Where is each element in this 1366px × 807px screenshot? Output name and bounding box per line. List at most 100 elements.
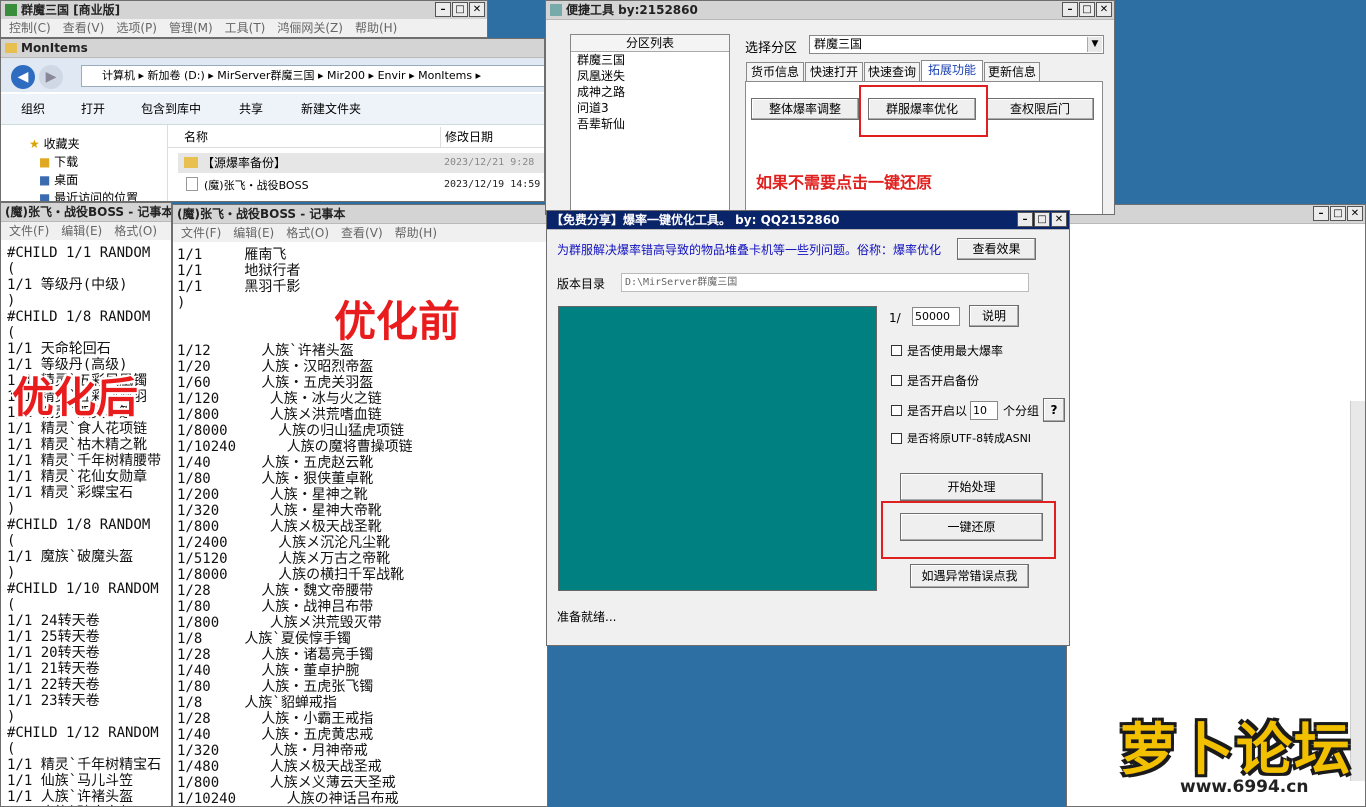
maximize-button[interactable]: □: [1034, 212, 1050, 227]
tab-quick-open[interactable]: 快速打开: [805, 62, 863, 81]
tab-currency[interactable]: 货币信息: [746, 62, 804, 81]
text-line: #CHILD 1/8 RANDOM: [7, 309, 151, 325]
tab-updates[interactable]: 更新信息: [984, 62, 1040, 81]
maximize-button[interactable]: □: [452, 2, 468, 17]
view-effect-button[interactable]: 查看效果: [957, 238, 1036, 260]
desktop-icon: ■: [39, 173, 51, 187]
menu-manage[interactable]: 管理(M): [169, 19, 213, 37]
text-line: 1/1 22转天卷: [7, 677, 100, 693]
main-app-titlebar[interactable]: 群魔三国 [商业版] – □ ✕: [1, 1, 487, 20]
column-date[interactable]: 修改日期: [440, 127, 493, 147]
text-line: 1/8000 人族の横扫千军战靴: [177, 567, 405, 583]
minimize-button[interactable]: –: [435, 2, 451, 17]
menu-options[interactable]: 选项(P): [116, 19, 157, 37]
help-button[interactable]: ?: [1043, 398, 1065, 422]
menu-control[interactable]: 控制(C): [9, 19, 51, 37]
share-button[interactable]: 共享: [239, 94, 263, 124]
download-folder-icon: ■: [39, 155, 51, 169]
notepad-right-menubar: 文件(F) 编辑(E) 格式(O) 查看(V) 帮助(H): [173, 224, 547, 242]
menu-file[interactable]: 文件(F): [9, 222, 49, 240]
text-line: 1/1 魔族`破魔头盔: [7, 549, 134, 565]
nav-downloads[interactable]: ■ 下载: [39, 153, 78, 170]
text-line: (: [7, 261, 16, 277]
text-line: 1/28 人族・诸葛亮手镯: [177, 647, 374, 663]
menu-help[interactable]: 帮助(H): [395, 224, 437, 242]
nav-favorites[interactable]: ★ 收藏夹: [29, 135, 80, 152]
partition-item[interactable]: 凤凰迷失: [571, 68, 729, 84]
include-library-button[interactable]: 包含到库中: [141, 94, 201, 124]
text-line: 1/1 精灵`千年树精腰带: [7, 453, 162, 469]
menu-file[interactable]: 文件(F): [181, 224, 221, 242]
partition-item[interactable]: 成神之路: [571, 84, 729, 100]
partition-item[interactable]: 吾辈斩仙: [571, 116, 729, 132]
close-button[interactable]: ✕: [1347, 206, 1363, 221]
maximize-button[interactable]: □: [1079, 2, 1095, 17]
minimize-button[interactable]: –: [1017, 212, 1033, 227]
tab-extensions[interactable]: 拓展功能: [921, 60, 983, 81]
menu-edit[interactable]: 编辑(E): [61, 222, 102, 240]
breadcrumb-mirserver[interactable]: MirServer群魔三国: [217, 69, 314, 82]
close-button[interactable]: ✕: [469, 2, 485, 17]
menu-edit[interactable]: 编辑(E): [233, 224, 274, 242]
menu-tools[interactable]: 工具(T): [225, 19, 266, 37]
menu-view[interactable]: 查看(V): [341, 224, 383, 242]
text-line: 1/8000 人族の归山猛虎项链: [177, 423, 405, 439]
maximize-button[interactable]: □: [1330, 206, 1346, 221]
organize-button[interactable]: 组织: [21, 94, 45, 124]
breadcrumb-monitems[interactable]: MonItems: [418, 69, 472, 82]
minimize-button[interactable]: –: [1313, 206, 1329, 221]
nav-recent[interactable]: ■ 最近访问的位置: [39, 189, 138, 201]
tab-quick-query[interactable]: 快速查询: [864, 62, 920, 81]
explorer-titlebar[interactable]: MonItems: [1, 39, 544, 58]
group-checkbox[interactable]: [891, 405, 902, 416]
file-row[interactable]: 【源爆率备份】 2023/12/21 9:28: [178, 153, 544, 173]
version-dir-field[interactable]: D:\MirServer群魔三国: [621, 273, 1029, 292]
error-report-button[interactable]: 如遇异常错误点我: [910, 564, 1029, 588]
file-row[interactable]: (魔)张飞・战役BOSS 2023/12/19 14:59: [178, 175, 544, 195]
address-bar[interactable]: 计算机 ▸ 新加卷 (D:) ▸ MirServer群魔三国 ▸ Mir200 …: [81, 65, 544, 87]
minimize-button[interactable]: –: [1062, 2, 1078, 17]
partition-select[interactable]: 群魔三国 ▼: [809, 35, 1104, 54]
menu-view[interactable]: 查看(V): [63, 19, 105, 37]
backup-checkbox[interactable]: [891, 375, 902, 386]
partition-list[interactable]: 分区列表 群魔三国 凤凰迷失 成神之路 问道3 吾辈斩仙: [570, 34, 730, 214]
back-button[interactable]: ◀: [11, 65, 35, 89]
optimizer-titlebar[interactable]: 【免费分享】爆率一键优化工具。 by: QQ2152860 – □ ✕: [547, 211, 1069, 230]
text-line: 1/28 人族・魏文帝腰带: [177, 583, 374, 599]
check-backdoor-button[interactable]: 查权限后门: [986, 98, 1094, 120]
menu-help[interactable]: 帮助(H): [355, 19, 397, 37]
partition-item[interactable]: 问道3: [571, 100, 729, 116]
column-name[interactable]: 名称: [184, 127, 208, 147]
breadcrumb-mir200[interactable]: Mir200: [327, 69, 365, 82]
text-line: #CHILD 1/10 RANDOM: [7, 581, 159, 597]
group-count-input[interactable]: 10: [970, 401, 998, 420]
text-line: 1/1 仙族`马儿斗笠: [7, 773, 134, 789]
nav-desktop[interactable]: ■ 桌面: [39, 171, 78, 188]
notepad-left-titlebar[interactable]: (魔)张飞・战役BOSS - 记事本: [1, 203, 171, 222]
log-panel[interactable]: [558, 306, 877, 591]
notepad-right-titlebar[interactable]: (魔)张飞・战役BOSS - 记事本: [173, 205, 547, 224]
ratio-input[interactable]: 50000: [912, 307, 960, 326]
close-button[interactable]: ✕: [1096, 2, 1112, 17]
text-line: 1/28 人族・小霸王戒指: [177, 711, 374, 727]
utf-convert-checkbox[interactable]: [891, 433, 902, 444]
notepad-left-text[interactable]: #CHILD 1/1 RANDOM(1/1 等级丹(中级)) #CHILD 1/8…: [7, 245, 171, 806]
explain-button[interactable]: 说明: [969, 305, 1019, 327]
breadcrumb-envir[interactable]: Envir: [378, 69, 406, 82]
quick-tool-titlebar[interactable]: 便捷工具 by:2152860 – □ ✕: [546, 1, 1114, 20]
max-rate-checkbox[interactable]: [891, 345, 902, 356]
new-folder-button[interactable]: 新建文件夹: [301, 94, 361, 124]
menu-format[interactable]: 格式(O): [286, 224, 329, 242]
overall-rate-adjust-button[interactable]: 整体爆率调整: [751, 98, 859, 120]
menu-gateway[interactable]: 鸿俪网关(Z): [277, 19, 343, 37]
quick-tool-title: 便捷工具 by:2152860: [566, 3, 698, 17]
open-button[interactable]: 打开: [81, 94, 105, 124]
menu-format[interactable]: 格式(O): [114, 222, 157, 240]
breadcrumb-computer[interactable]: 计算机: [102, 69, 135, 82]
forward-button[interactable]: ▶: [39, 65, 63, 89]
text-line: (: [7, 741, 16, 757]
close-button[interactable]: ✕: [1051, 212, 1067, 227]
partition-item[interactable]: 群魔三国: [571, 52, 729, 68]
breadcrumb-drive[interactable]: 新加卷 (D:): [148, 69, 205, 82]
start-process-button[interactable]: 开始处理: [900, 473, 1043, 501]
